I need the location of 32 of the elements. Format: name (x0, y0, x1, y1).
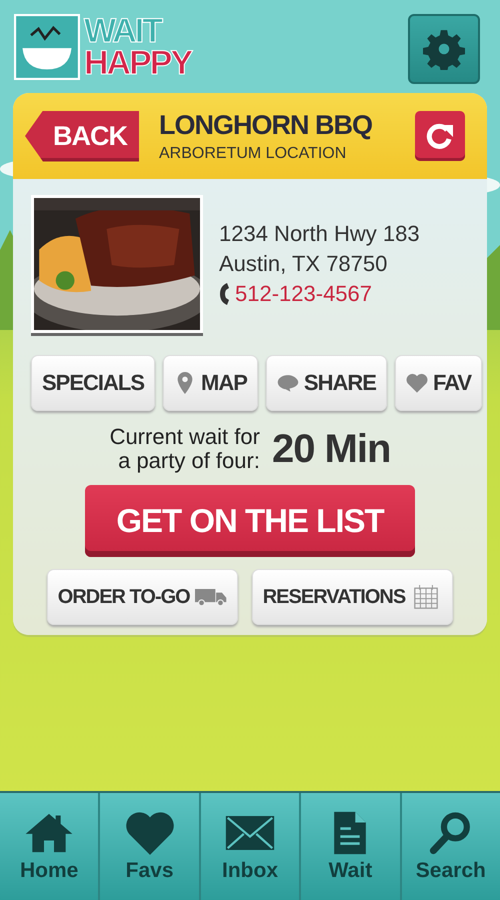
back-button[interactable]: BACK (25, 110, 139, 162)
location-name: ARBORETUM LOCATION (159, 144, 348, 162)
speech-bubble-icon (276, 372, 299, 394)
tab[interactable]: Favs (100, 793, 201, 900)
wait-time: 20 Min (272, 426, 390, 472)
refresh-button[interactable] (415, 111, 465, 161)
settings-button[interactable] (408, 14, 480, 84)
smiling-bowl-icon (14, 14, 80, 80)
tab[interactable]: Inbox (200, 793, 302, 900)
logo-text: HAPPY (84, 47, 192, 80)
action-button[interactable]: FAV (394, 355, 482, 411)
wait-caption: Current wait for (110, 425, 260, 450)
settings-icon (423, 28, 465, 70)
phone-link[interactable]: 512-123-4567 (235, 281, 372, 307)
heart-icon (406, 372, 428, 394)
address-line: 1234 North Hwy 183 (219, 221, 420, 247)
tab[interactable]: Home (0, 793, 100, 900)
logo-text: WAIT (84, 14, 162, 47)
action-button[interactable]: MAP (163, 355, 258, 411)
heart-icon (124, 810, 175, 854)
get-on-list-button[interactable]: GET ON THE LIST (85, 485, 415, 558)
action-button[interactable]: ORDER TO-GO (46, 569, 238, 626)
wait-caption: a party of four: (118, 449, 260, 474)
action-button[interactable]: SHARE (266, 355, 387, 411)
address-line: Austin, TX 78750 (219, 251, 388, 277)
phone-icon (219, 282, 229, 306)
tab[interactable]: Wait (301, 793, 402, 900)
action-button[interactable]: SPECIALS (31, 355, 156, 411)
restaurant-name: LONGHORN BBQ (159, 110, 373, 140)
refresh-icon (425, 121, 455, 151)
action-button[interactable]: RESERVATIONS (252, 569, 454, 626)
tab[interactable]: Search (402, 793, 500, 900)
